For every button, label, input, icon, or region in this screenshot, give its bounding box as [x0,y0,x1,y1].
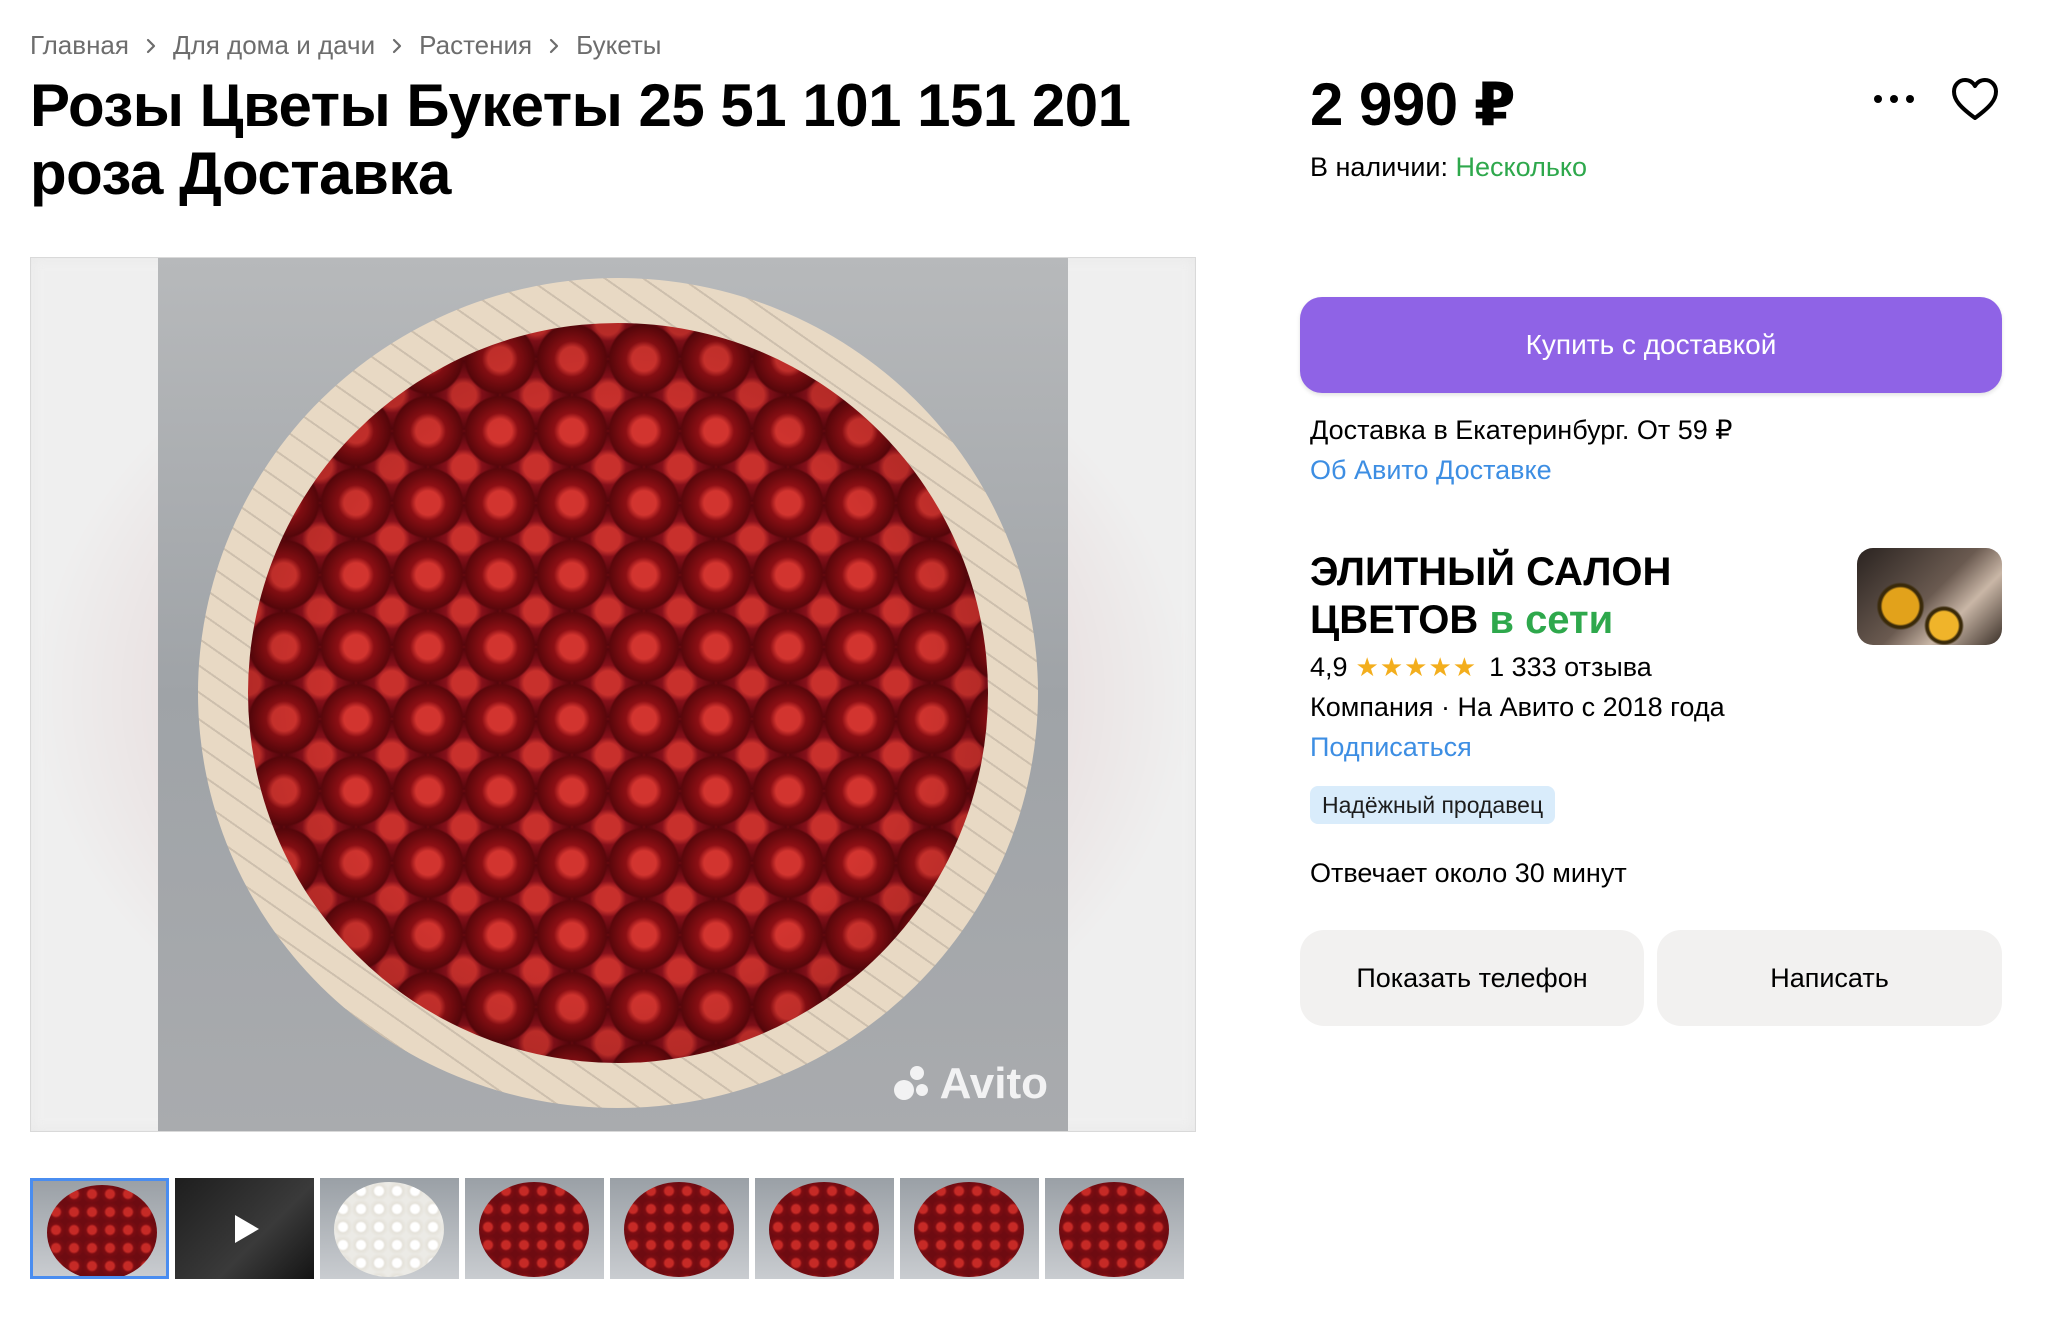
online-status: в сети [1489,598,1614,642]
breadcrumb-item-home[interactable]: Главная [30,30,129,61]
thumbnail[interactable] [755,1178,894,1279]
rating-stars: ★ ★ ★ ★ ★ [1355,652,1477,683]
thumbnail-video[interactable] [175,1178,314,1279]
seller-name-block: ЭЛИТНЫЙ САЛОН ЦВЕТОВ в сети [1310,548,1850,644]
breadcrumb: Главная Для дома и дачи Растения Букеты [30,30,661,61]
avatar[interactable] [1857,548,2002,645]
thumbnail[interactable] [610,1178,749,1279]
star-icon: ★ [1404,652,1427,682]
seller-company-info: Компания · На Авито с 2018 года [1310,692,1725,722]
thumbnail[interactable] [900,1178,1039,1279]
star-icon: ★ [1452,652,1476,682]
more-icon[interactable] [1870,84,1918,114]
thumbnail[interactable] [465,1178,604,1279]
write-message-button[interactable]: Написать [1657,930,2002,1026]
breadcrumb-item-bouquets[interactable]: Букеты [576,30,661,61]
star-icon: ★ [1428,652,1451,682]
product-photo: Avito [158,258,1068,1131]
avito-logo-icon [892,1064,932,1104]
subscribe-link[interactable]: Подписаться [1310,732,1472,763]
breadcrumb-item-home-garden[interactable]: Для дома и дачи [173,30,375,61]
reliable-seller-badge: Надёжный продавец [1310,786,1556,824]
response-time: Отвечает около 30 минут [1310,858,1627,888]
breadcrumb-item-plants[interactable]: Растения [419,30,532,61]
main-product-image[interactable]: Avito [30,257,1196,1132]
thumbnail[interactable] [1045,1178,1184,1279]
reviews-link[interactable]: 1 333 отзыва [1489,652,1652,683]
star-icon: ★ [1379,652,1403,682]
chevron-right-icon [546,35,562,57]
stock-label: В наличии: [1310,152,1449,182]
buy-with-delivery-button[interactable]: Купить с доставкой [1300,297,2002,393]
play-icon [234,1214,259,1243]
delivery-info: Доставка в Екатеринбург. От 59 ₽ [1310,415,1733,445]
rating-value: 4,9 [1310,652,1348,682]
stock-value: Несколько [1455,152,1588,182]
rose-bouquet [248,323,988,1063]
page-title: Розы Цветы Букеты 25 51 101 151 201 роза… [30,72,1131,207]
seller-rating: 4,9 ★ ★ ★ ★ ★ 1 333 отзыва [1310,652,1652,683]
chevron-right-icon [143,35,159,57]
thumbnail-strip [30,1178,1184,1279]
watermark-text: Avito [939,1059,1048,1108]
star-icon: ★ [1355,652,1379,682]
heart-icon[interactable] [1950,76,2000,124]
price: 2 990 ₽ [1310,71,1516,138]
chevron-right-icon [389,35,405,57]
stock-status: В наличии: Несколько [1310,152,1587,183]
thumbnail[interactable] [320,1178,459,1279]
about-delivery-link[interactable]: Об Авито Доставке [1310,455,1552,486]
thumbnail[interactable] [30,1178,169,1279]
show-phone-button[interactable]: Показать телефон [1300,930,1644,1026]
avito-watermark: Avito [892,1059,1048,1109]
